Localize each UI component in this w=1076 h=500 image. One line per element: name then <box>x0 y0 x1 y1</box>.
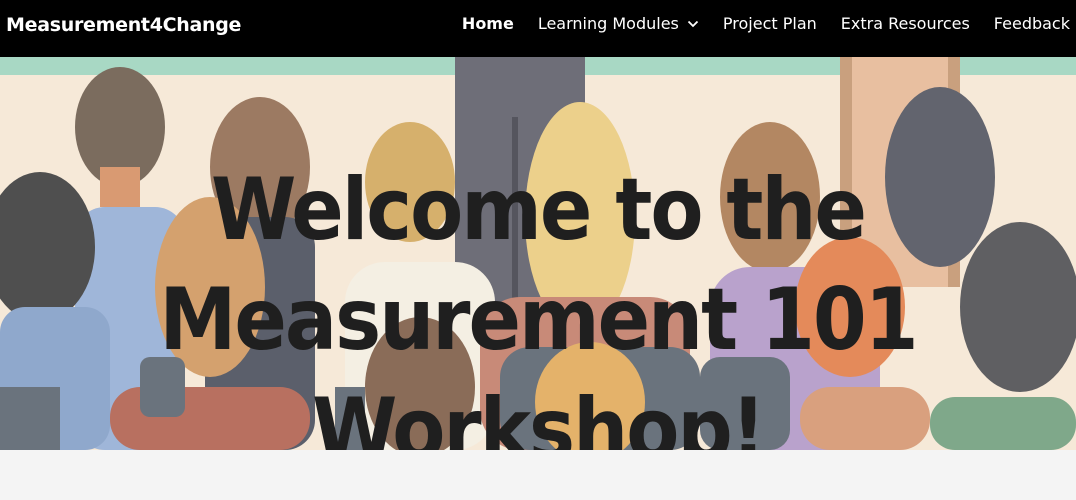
chevron-down-icon <box>687 20 699 27</box>
nav-menu: Home Learning Modules Project Plan Extra… <box>438 14 1070 33</box>
nav-home[interactable]: Home <box>462 14 514 33</box>
page-content <box>0 450 1076 500</box>
nav-project-plan[interactable]: Project Plan <box>723 14 817 33</box>
nav-learning-modules-label: Learning Modules <box>537 14 679 33</box>
nav-feedback[interactable]: Feedback <box>994 14 1070 33</box>
nav-learning-modules[interactable]: Learning Modules <box>538 14 699 33</box>
brand-logo-link[interactable]: Measurement4Change <box>6 14 241 36</box>
hero-heading-line1: Welcome to the <box>211 160 867 260</box>
nav-extra-resources[interactable]: Extra Resources <box>841 14 970 33</box>
hero-heading: Welcome to the Measurement 101 Workshop! <box>0 155 1076 450</box>
top-navbar: Measurement4Change Home Learning Modules… <box>0 0 1076 57</box>
hero-banner: Welcome to the Measurement 101 Workshop! <box>0 57 1076 450</box>
hero-heading-line2: Measurement 101 Workshop! <box>159 270 918 450</box>
